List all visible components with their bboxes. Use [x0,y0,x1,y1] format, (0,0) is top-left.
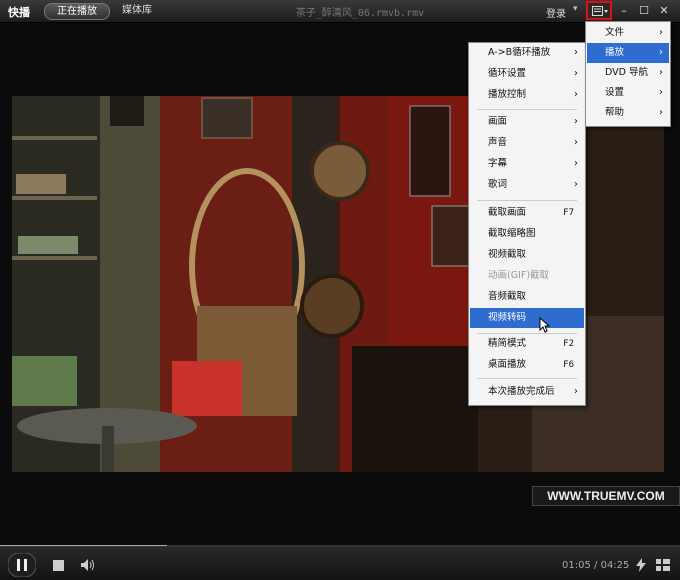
chevron-right-icon: › [574,68,578,79]
time-display: 01:05 / 04:25 [562,560,629,571]
menu-item-lyrics[interactable]: 歌词 › [470,175,584,195]
menu-item-desktop-playback[interactable]: 桌面播放 F6 [470,355,584,375]
chevron-right-icon: › [659,67,663,78]
menu-item-capture-frame[interactable]: 截取画面 F7 [470,203,584,223]
current-time: 01:05 [562,560,591,571]
maximize-button[interactable]: ☐ [635,3,653,19]
chevron-right-icon: › [574,137,578,148]
menu-item-label: 截取缩略图 [488,228,536,239]
chevron-right-icon: › [659,107,663,118]
menu-item-ab-loop[interactable]: A->B循环播放 › [470,43,584,63]
menu-separator [477,378,577,379]
chevron-right-icon: › [574,179,578,190]
total-time: 04:25 [600,560,630,571]
app-name: 快播 [8,6,30,19]
minimize-button[interactable]: – [615,3,633,19]
chevron-right-icon: › [659,87,663,98]
playlist-button[interactable] [656,559,670,574]
menu-item-play[interactable]: 播放 › [587,43,669,63]
menu-item-label: 播放 [605,47,625,58]
menu-item-after-playback[interactable]: 本次播放完成后 › [470,382,584,402]
menu-item-label: 精简模式 [488,338,527,349]
close-button[interactable]: ✕ [655,3,673,19]
menu-item-playback-control[interactable]: 播放控制 › [470,85,584,105]
main-menu: 文件 › 播放 › DVD 导航 › 设置 › 帮助 › [585,21,671,127]
menu-item-label: 设置 [605,87,625,98]
chevron-right-icon: › [659,47,663,58]
menu-item-video-transcode[interactable]: 视频转码 [470,308,584,328]
menu-item-label: 循环设置 [488,68,527,79]
login-dropdown-arrow[interactable]: ▾ [573,4,578,14]
menu-item-label: DVD 导航 [605,67,648,78]
menu-item-label: 视频转码 [488,312,527,323]
menu-item-label: 帮助 [605,107,625,118]
menu-item-label: 歌词 [488,179,508,190]
shortcut-label: F6 [563,360,574,370]
chevron-right-icon: › [574,158,578,169]
playlist-icon [656,559,670,571]
menu-item-label: 视频截取 [488,249,527,260]
menu-item-gif-capture: 动画(GIF)截取 [470,266,584,286]
menu-item-compact-mode[interactable]: 精简模式 F2 [470,334,584,354]
speed-button[interactable] [636,558,646,575]
volume-button[interactable] [81,559,97,574]
menu-item-label: A->B循环播放 [488,47,551,58]
watermark: WWW.TRUEMV.COM [532,486,680,506]
menu-item-label: 本次播放完成后 [488,386,555,397]
menu-item-loop-settings[interactable]: 循环设置 › [470,64,584,84]
menu-item-label: 桌面播放 [488,359,527,370]
menu-item-settings[interactable]: 设置 › [587,83,669,103]
menu-item-help[interactable]: 帮助 › [587,103,669,123]
main-menu-button[interactable] [586,1,612,20]
menu-item-video-capture[interactable]: 视频截取 [470,245,584,265]
menu-item-label: 画面 [488,116,508,127]
menu-item-file[interactable]: 文件 › [587,23,669,43]
menu-item-label: 声音 [488,137,508,148]
volume-icon [81,559,94,571]
menu-item-label: 音频截取 [488,291,527,302]
menu-item-label: 截取画面 [488,207,527,218]
menu-item-label: 文件 [605,27,625,38]
play-submenu: A->B循环播放 › 循环设置 › 播放控制 › 画面 › 声音 › 字幕 › 歌词 › 截取… [468,42,586,406]
chevron-right-icon: › [574,89,578,100]
menu-item-capture-thumbnails[interactable]: 截取缩略图 [470,224,584,244]
chevron-right-icon: › [574,116,578,127]
shortcut-label: F7 [563,208,574,218]
menu-separator [477,109,577,110]
chevron-right-icon: › [574,386,578,397]
chevron-right-icon: › [574,47,578,58]
menu-separator [477,200,577,201]
menu-item-label: 字幕 [488,158,508,169]
menu-item-label: 动画(GIF)截取 [488,270,550,281]
menu-item-audio[interactable]: 声音 › [470,133,584,153]
menu-item-dvd-nav[interactable]: DVD 导航 › [587,63,669,83]
menu-item-audio-capture[interactable]: 音频截取 [470,287,584,307]
pause-button[interactable] [7,552,37,580]
chevron-right-icon: › [659,27,663,38]
stop-button[interactable] [53,560,64,574]
time-separator: / [594,560,598,571]
tab-media-library[interactable]: 媒体库 [112,3,162,18]
file-title: 茶子_醉清风_06.rmvb.rmv [295,8,425,19]
pause-icon [7,552,37,578]
menu-item-subtitles[interactable]: 字幕 › [470,154,584,174]
login-button[interactable]: 登录 [546,5,566,20]
tab-now-playing[interactable]: 正在播放 [44,3,110,20]
menu-item-picture[interactable]: 画面 › [470,112,584,132]
stop-icon [53,560,64,571]
lightning-icon [636,558,646,572]
menu-icon [592,6,608,16]
title-bar: 快播 正在播放 媒体库 茶子_醉清风_06.rmvb.rmv 登录 ▾ – ☐ … [0,0,680,23]
menu-item-label: 播放控制 [488,89,527,100]
shortcut-label: F2 [563,339,574,349]
mouse-cursor-icon [539,316,551,336]
